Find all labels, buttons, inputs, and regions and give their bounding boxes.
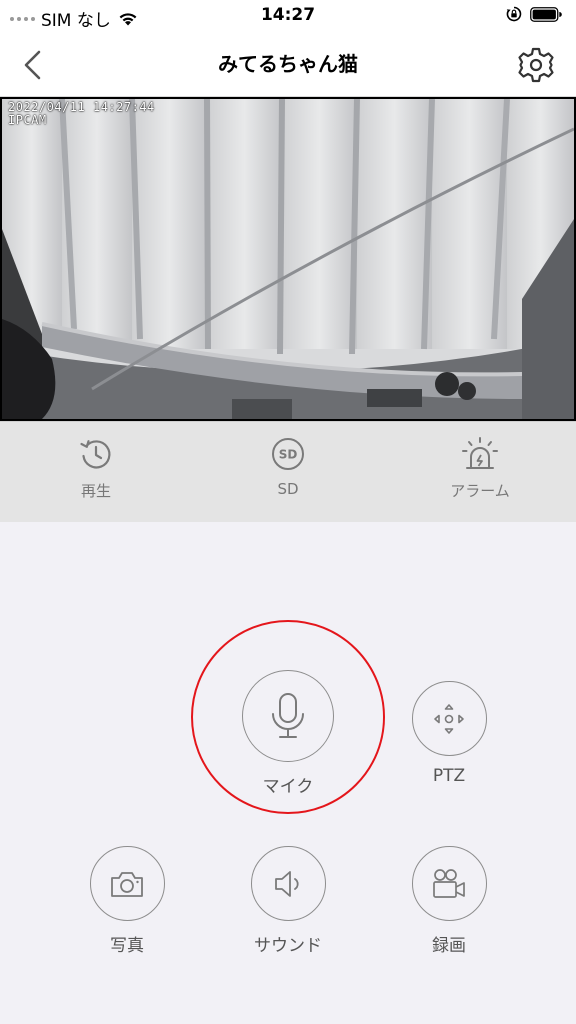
status-bar: SIM なし 14:27	[0, 0, 576, 34]
history-icon	[80, 440, 111, 469]
battery-icon	[530, 6, 562, 22]
playback-toolbar: 再生 SD SD アラーム	[0, 421, 576, 522]
ptz-button-circle[interactable]	[411, 681, 487, 756]
sound-button[interactable]: サウンド	[228, 846, 348, 956]
photo-button[interactable]: 写真	[67, 846, 187, 956]
gear-icon	[518, 47, 554, 83]
camera-scene	[2, 98, 575, 419]
sd-button[interactable]: SD SD	[228, 436, 348, 498]
alarm-button[interactable]: アラーム	[420, 436, 540, 501]
mic-label: マイク	[262, 777, 314, 797]
ptz-icon	[434, 703, 464, 734]
page-title: みてるちゃん猫	[218, 52, 358, 76]
nav-bar: みてるちゃん猫	[0, 34, 576, 97]
ptz-label: PTZ	[432, 766, 466, 786]
camera-feed-image: 2022/04/11 14:27:44 IPCAM	[2, 98, 575, 419]
alarm-label: アラーム	[450, 482, 510, 500]
sd-label: SD	[277, 480, 299, 498]
osd-camera-name: IPCAM	[8, 113, 47, 127]
video-camera-icon	[433, 868, 465, 898]
orientation-lock-icon	[506, 6, 522, 22]
camera-icon	[111, 871, 143, 897]
sound-button-circle[interactable]	[250, 846, 326, 921]
photo-label: 写真	[110, 936, 144, 956]
status-time: 14:27	[260, 5, 316, 25]
sound-label: サウンド	[254, 936, 322, 956]
alarm-icon	[462, 437, 498, 469]
camera-live-view[interactable]: 2022/04/11 14:27:44 IPCAM	[0, 97, 576, 421]
mic-button[interactable]: マイク	[228, 670, 348, 797]
photo-button-circle[interactable]	[89, 846, 165, 921]
sd-icon-text: SD	[279, 448, 298, 462]
microphone-icon	[272, 693, 304, 738]
status-bar-right	[506, 6, 562, 22]
settings-button[interactable]	[516, 45, 556, 85]
speaker-icon	[275, 870, 299, 897]
record-label: 録画	[432, 936, 466, 956]
sd-icon: SD	[272, 438, 304, 470]
mic-button-circle[interactable]	[242, 670, 334, 762]
playback-label: 再生	[80, 482, 111, 500]
playback-button[interactable]: 再生	[36, 436, 156, 501]
ptz-button[interactable]: PTZ	[389, 681, 509, 786]
record-button-circle[interactable]	[411, 846, 487, 921]
record-button[interactable]: 録画	[389, 846, 509, 956]
video-osd: 2022/04/11 14:27:44 IPCAM	[8, 101, 155, 127]
